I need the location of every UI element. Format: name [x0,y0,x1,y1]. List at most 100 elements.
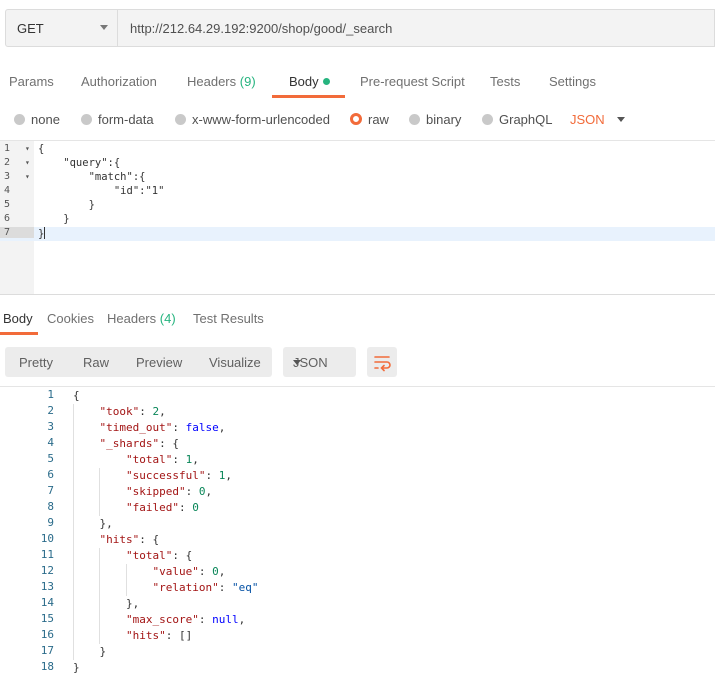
fold-arrow-icon[interactable]: ▾ [25,158,30,167]
raw-format-select[interactable]: JSON [570,112,625,127]
tab-params[interactable]: Params [9,74,54,89]
response-headers-count: (4) [159,311,176,326]
method-select[interactable]: GET [5,9,118,47]
line-number: 16 [40,628,54,641]
tab-headers-label: Headers [187,74,237,89]
chevron-down-icon [293,360,301,365]
code-line: 13 "relation": "eq" [0,580,715,596]
line-number: 9 [47,516,54,529]
method-label: GET [17,21,44,36]
code-line: 6 } [0,213,715,227]
radio-x-www-form-urlencoded[interactable]: x-www-form-urlencoded [175,112,330,127]
response-tab-body[interactable]: Body [3,311,33,326]
code-text: "total": 1, [125,453,199,466]
pane-divider[interactable] [0,294,715,295]
code-line: 6 "successful": 1, [0,468,715,484]
code-line: 7 "skipped": 0, [0,484,715,500]
chevron-down-icon [616,117,625,122]
active-tab-underline [0,332,38,335]
line-number: 14 [40,596,54,609]
line-number: 12 [40,564,54,577]
radio-label: x-www-form-urlencoded [192,112,330,127]
radio-binary[interactable]: binary [409,112,461,127]
line-number: 10 [40,532,54,545]
fold-arrow-icon[interactable]: ▾ [25,144,30,153]
radio-none[interactable]: none [14,112,60,127]
code-text: "timed_out": false, [99,421,226,434]
code-line-current: 7} [0,227,715,241]
code-line: 2 ▾ "query":{ [0,157,715,171]
line-number: 4 [47,436,54,449]
tab-body[interactable]: Body [289,74,330,89]
response-tab-cookies[interactable]: Cookies [47,311,94,326]
url-input[interactable]: http://212.64.29.192:9200/shop/good/_sea… [118,9,715,47]
view-raw-button[interactable]: Raw [83,355,109,370]
code-line: 10 "hits": { [0,532,715,548]
code-line: 1{ [0,388,715,404]
line-number: 2 [4,157,11,168]
line-number: 11 [40,548,54,561]
code-line: 4 "_shards": { [0,436,715,452]
response-format-select[interactable]: JSON [283,347,356,377]
code-text: "value": 0, [152,565,226,578]
status-dot-icon [322,78,330,85]
code-text: "took": 2, [99,405,166,418]
wrap-lines-button[interactable] [367,347,397,377]
radio-label: raw [368,112,389,127]
code-line: 12 "value": 0, [0,564,715,580]
fold-arrow-icon[interactable]: ▾ [25,172,30,181]
code-text: } [38,199,95,211]
tab-tests[interactable]: Tests [490,74,520,89]
tab-authorization[interactable]: Authorization [81,74,157,89]
line-number: 5 [4,199,11,210]
response-tab-test-results[interactable]: Test Results [193,311,264,326]
request-body-editor[interactable]: 1 ▾ { 2 ▾ "query":{ 3 ▾ "match":{ 4 "id":"1"… [0,140,715,295]
radio-form-data[interactable]: form-data [81,112,154,127]
code-line: 11 "total": { [0,548,715,564]
code-text: } [73,661,80,674]
code-line: 9 }, [0,516,715,532]
line-number: 2 [47,404,54,417]
code-text: "total": { [125,549,193,562]
line-number: 1 [47,388,54,401]
code-text: }, [73,597,140,610]
radio-label: GraphQL [499,112,553,127]
response-body-viewer[interactable]: 1{2 "took": 2, 3 "timed_out": false, 4 "_s… [0,386,715,677]
radio-label: form-data [98,112,154,127]
radio-icon [14,114,25,125]
line-number: 3 [47,420,54,433]
view-preview-button[interactable]: Preview [136,355,182,370]
code-text: "relation": "eq" [152,581,259,594]
line-number: 3 [4,171,11,182]
code-line: 3 "timed_out": false, [0,420,715,436]
code-text: "id":"1" [38,185,165,197]
radio-icon [409,114,420,125]
response-tab-headers[interactable]: Headers (4) [107,311,176,326]
active-tab-underline [272,95,345,98]
wrap-lines-icon [374,356,391,372]
code-text: "successful": 1, [125,469,232,482]
radio-raw[interactable]: raw [350,112,389,127]
code-text: "match":{ [38,171,146,183]
line-number: 17 [40,644,54,657]
line-number: 18 [40,660,54,673]
code-text: "query":{ [38,157,121,169]
view-visualize-button[interactable]: Visualize [209,355,261,370]
code-text: { [73,389,80,402]
line-number: 8 [47,500,54,513]
code-text: "_shards": { [99,437,179,450]
radio-icon [81,114,92,125]
tab-body-label: Body [289,74,319,89]
line-number: 1 [4,143,11,154]
tab-pre-request-script[interactable]: Pre-request Script [360,74,465,89]
tab-settings[interactable]: Settings [549,74,596,89]
view-pretty-button[interactable]: Pretty [19,355,53,370]
code-text: "hits": { [99,533,160,546]
radio-label: binary [426,112,462,127]
code-text: } [73,645,107,658]
line-number: 7 [47,484,54,497]
line-number: 7 [0,227,34,238]
tab-headers[interactable]: Headers (9) [187,74,256,89]
text-cursor [44,227,46,239]
radio-graphql[interactable]: GraphQL [482,112,552,127]
